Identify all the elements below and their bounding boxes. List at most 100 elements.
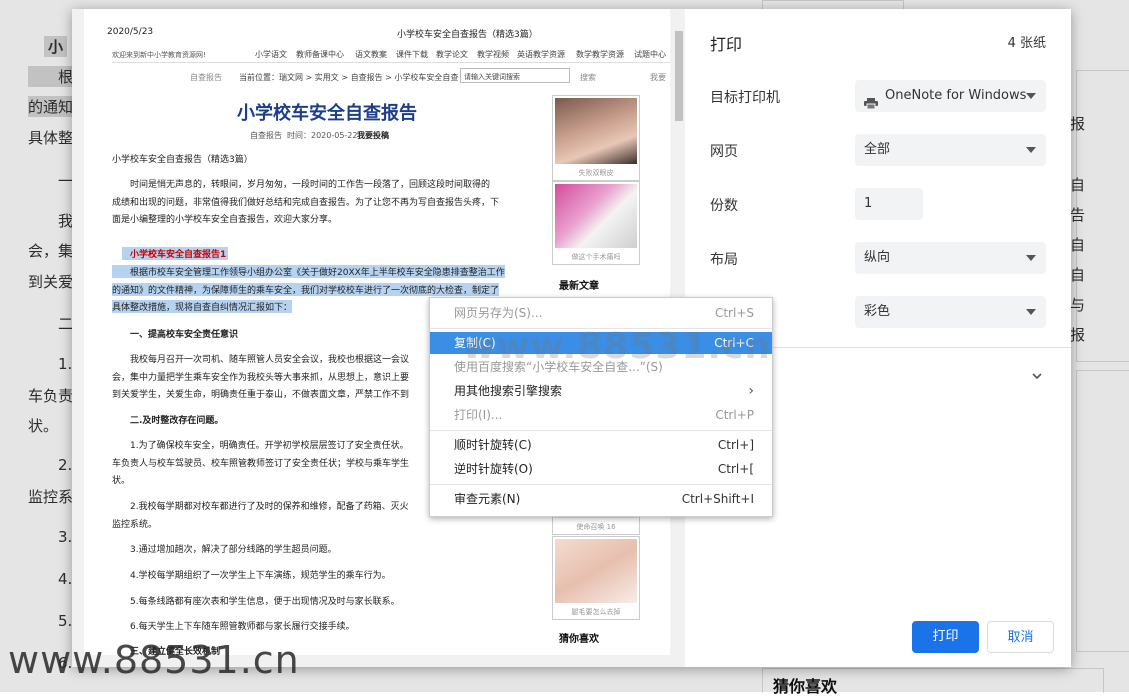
- search-button[interactable]: 搜索: [580, 72, 596, 83]
- watermark-center: www.88531.cn: [462, 326, 772, 367]
- divider: [112, 62, 670, 63]
- print-title: 打印: [710, 35, 743, 54]
- selected-line: 具体整改措施，现将自查自纠情况汇报如下：: [112, 300, 293, 313]
- breadcrumb-prefix: 自查报告: [190, 73, 222, 82]
- nav-link[interactable]: 英语教学资源: [517, 49, 565, 60]
- thumbnail-caption: 腿毛要怎么去掉: [571, 608, 621, 616]
- para-line: 会，集中力量把学生乘车安全作为我校头等大事来抓，从思想上，意识上要: [112, 373, 410, 383]
- nav-link[interactable]: 数学教学资源: [576, 49, 624, 60]
- menu-separator: [430, 430, 772, 431]
- copies-value: 1: [864, 196, 873, 211]
- menu-item-shortcut: Ctrl+[: [717, 462, 754, 476]
- welcome-text: 欢迎来到新中小学教育资源网!: [112, 51, 206, 59]
- printer-select[interactable]: OneNote for Windows: [855, 80, 1046, 112]
- printer-icon: [864, 90, 878, 110]
- latest-heading: 最新文章: [559, 281, 599, 292]
- copies-label: 份数: [710, 198, 738, 214]
- nav-link[interactable]: 教学论文: [436, 49, 468, 60]
- heading-1: 一、提高校车安全责任意识: [130, 330, 239, 340]
- menu-item-label: 网页另存为(S)...: [454, 306, 543, 320]
- pages-select[interactable]: 全部: [855, 134, 1046, 166]
- chevron-right-icon: ›: [748, 383, 754, 399]
- meta-submit[interactable]: 我要投稿: [357, 130, 389, 141]
- more-settings-chevron-icon[interactable]: [1031, 367, 1043, 380]
- page-header-title: 小学校车安全自查报告（精选3篇）: [397, 30, 538, 40]
- heading-2: 二.及时整改存在问题。: [130, 416, 224, 426]
- menu-item-inspect[interactable]: 审查元素(N) Ctrl+Shift+I: [430, 488, 772, 510]
- watermark-bottom: www.88531.cn: [8, 638, 300, 682]
- section-heading: 小学校车安全自查报告1: [122, 247, 229, 260]
- menu-item-label: 用其他搜索引擎搜索: [454, 384, 563, 398]
- search-extra: 我要: [650, 73, 666, 82]
- chevron-down-icon: [1026, 93, 1036, 99]
- menu-item-label: 审查元素(N): [454, 492, 521, 506]
- nav-link[interactable]: 试题中心: [634, 49, 666, 60]
- search-placeholder: 请输入关键词搜索: [464, 73, 520, 81]
- article-title: 小学校车安全自查报告: [237, 103, 417, 124]
- menu-item-other-search[interactable]: 用其他搜索引擎搜索 ›: [430, 380, 772, 402]
- chevron-down-icon: [1026, 309, 1036, 315]
- menu-separator: [430, 484, 772, 485]
- para-line: 状。: [112, 476, 131, 486]
- guess-heading: 猜你喜欢: [559, 634, 599, 645]
- copies-input[interactable]: 1: [855, 188, 923, 220]
- nav-link[interactable]: 课件下载: [396, 49, 428, 60]
- nav-link[interactable]: 小学语文: [255, 49, 287, 60]
- chevron-down-icon: [1026, 147, 1036, 153]
- para-line: 监控系统。: [112, 520, 158, 530]
- thumbnail-caption: 失败双眼皮: [578, 169, 614, 177]
- chevron-down-icon: [1026, 255, 1036, 261]
- menu-item-rotate-cw[interactable]: 顺时针旋转(C) Ctrl+]: [430, 434, 772, 456]
- article-subtitle: 小学校车安全自查报告（精选3篇）: [112, 155, 253, 165]
- nav-link[interactable]: 语文教案: [355, 49, 387, 60]
- layout-select[interactable]: 纵向: [855, 242, 1046, 274]
- page-date: 2020/5/23: [107, 27, 154, 37]
- thumbnail[interactable]: 失败双眼皮: [552, 95, 640, 181]
- breadcrumb: 当前位置：瑞文网 > 实用文 > 自查报告 > 小学校车安全自查: [239, 73, 459, 82]
- preview-scrollbar-thumb[interactable]: [675, 31, 683, 121]
- meta-time: 时间：2020-05-22: [287, 131, 358, 140]
- thumbnail-image: [555, 98, 637, 164]
- para-line: 到关爱学生，关爱生命，明确责任重于泰山，不做表面文章，严禁工作不到: [112, 390, 410, 400]
- thumbnail[interactable]: 腿毛要怎么去掉: [552, 536, 640, 620]
- cancel-button[interactable]: 取消: [987, 621, 1054, 653]
- para-line: 3.通过增加趟次，解决了部分线路的学生超员问题。: [130, 545, 337, 555]
- search-input[interactable]: 请输入关键词搜索: [460, 68, 570, 83]
- para-line: 1.为了确保校车安全，明确责任。开学初学校层层签订了安全责任状。: [130, 441, 409, 451]
- thumbnail-caption: 做这个手术痛吗: [571, 253, 621, 261]
- para-line: 2.我校每学期都对校车都进行了及时的保养和维修，配备了药箱、灭火: [130, 502, 409, 512]
- thumbnail[interactable]: 做这个手术痛吗: [552, 181, 640, 265]
- menu-item-label: 逆时针旋转(O): [454, 462, 533, 476]
- thumbnail-image: [555, 539, 637, 603]
- menu-item-save-as[interactable]: 网页另存为(S)... Ctrl+S: [430, 302, 772, 324]
- printer-label: 目标打印机: [710, 90, 780, 106]
- para-line: 4.学校每学期组织了一次学生上下车演练，规范学生的乘车行为。: [130, 571, 391, 581]
- meta-category: 自查报告: [250, 131, 282, 140]
- menu-item-label: 打印(I)...: [454, 408, 503, 422]
- para-line: 5.每条线路都有座次表和学生信息，便于出现情况及时与家长联系。: [130, 597, 400, 607]
- color-value: 彩色: [864, 304, 891, 319]
- nav-link[interactable]: 教学视频: [477, 49, 509, 60]
- layout-value: 纵向: [864, 250, 891, 265]
- intro-line: 面是小编整理的小学校车安全自查报告，欢迎大家分享。: [112, 215, 338, 225]
- menu-item-shortcut: Ctrl+]: [717, 438, 754, 452]
- para-line: 我校每月召开一次司机、随车照管人员安全会议，我校也根据这一会议: [130, 355, 410, 365]
- menu-item-shortcut: Ctrl+S: [714, 306, 754, 320]
- nav-link[interactable]: 教师备课中心: [296, 49, 344, 60]
- printer-value: OneNote for Windows: [885, 88, 1027, 103]
- print-button[interactable]: 打印: [912, 621, 979, 653]
- sheet-count: 4 张纸: [1007, 36, 1046, 51]
- color-select[interactable]: 彩色: [855, 296, 1046, 328]
- intro-line: 成绩和出现的问题，非常值得我们做好总结和完成自查报告。为了让您不再为写自查报告头…: [112, 198, 500, 208]
- pages-value: 全部: [864, 142, 891, 157]
- menu-item-shortcut: Ctrl+P: [715, 408, 754, 422]
- selected-line: 根据市校车安全管理工作领导小组办公室《关于做好20XX年上半年校车安全隐患排查整…: [112, 265, 505, 278]
- menu-item-rotate-ccw[interactable]: 逆时针旋转(O) Ctrl+[: [430, 458, 772, 480]
- menu-item-print[interactable]: 打印(I)... Ctrl+P: [430, 404, 772, 426]
- selected-line: 的通知》的文件精神，为保障师生的乘车安全，我们对学校校车进行了一次彻底的大检查，…: [112, 283, 500, 296]
- pages-label: 网页: [710, 144, 738, 160]
- thumbnail-image: [555, 184, 637, 248]
- layout-label: 布局: [710, 252, 738, 268]
- para-line: 6.每天学生上下车随车照管教师都与家长履行交接手续。: [130, 622, 355, 632]
- menu-item-shortcut: Ctrl+Shift+I: [681, 492, 754, 506]
